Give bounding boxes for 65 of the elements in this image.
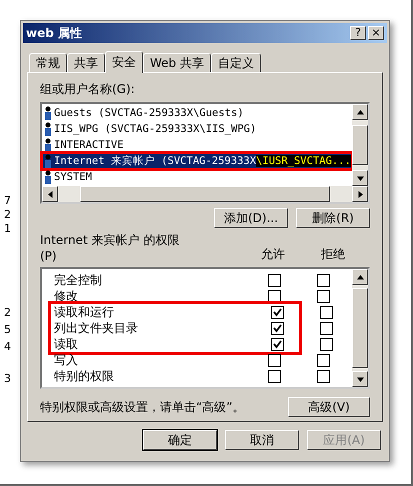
user-icon [44, 138, 52, 152]
horizontal-scrollbar[interactable] [42, 186, 368, 202]
down-arrow-icon [356, 176, 364, 180]
dialog-button[interactable]: 取消 [225, 430, 299, 450]
permission-name: 读取 [54, 336, 79, 352]
background-text: 7 [4, 194, 12, 208]
background-text: 2 [4, 306, 12, 320]
checkbox[interactable] [320, 338, 333, 350]
tab[interactable]: 安全 [105, 51, 143, 73]
checkbox[interactable] [271, 338, 284, 350]
user-icon [44, 106, 52, 120]
permission-name: 读取和运行 [54, 304, 115, 320]
up-arrow-icon [356, 110, 364, 114]
user-icon [44, 122, 52, 136]
dialog-button[interactable]: 确定 [143, 430, 217, 450]
user-list-item[interactable]: SYSTEM [42, 169, 352, 185]
advanced-hint: 特别权限或高级设置，请单击“高级”。 [40, 398, 244, 416]
user-list-item[interactable]: IIS_WPG (SVCTAG-259333X\IIS_WPG) [42, 121, 352, 137]
permission-name: 特别的权限 [54, 368, 115, 384]
close-button[interactable]: × [368, 26, 384, 40]
background-text: 2 [4, 208, 12, 222]
checkbox[interactable] [320, 306, 333, 318]
checkbox[interactable] [268, 290, 281, 302]
checkbox[interactable] [317, 370, 330, 382]
left-arrow-icon [48, 190, 52, 198]
permission-name: 完全控制 [54, 272, 103, 288]
checkbox[interactable] [317, 354, 330, 366]
checkbox[interactable] [320, 322, 333, 334]
column-header: 拒绝 [320, 246, 346, 263]
checkbox[interactable] [317, 290, 330, 302]
vertical-scrollbar[interactable] [352, 269, 368, 387]
checkbox[interactable] [268, 370, 281, 382]
tab[interactable]: 常规 [29, 53, 67, 72]
right-arrow-icon [358, 190, 362, 198]
list-action-button[interactable]: 添加(D)... [214, 208, 288, 228]
permissions-label: Internet 来宾帐户 的权限 (P) [40, 232, 180, 263]
advanced-button[interactable]: 高级(V) [288, 397, 370, 417]
background-text: 4 [4, 340, 12, 354]
checkbox[interactable] [268, 354, 281, 366]
user-icon [44, 154, 52, 168]
vertical-scrollbar[interactable] [352, 104, 368, 186]
checkbox[interactable] [268, 274, 281, 286]
up-arrow-icon [356, 274, 364, 280]
list-action-button[interactable]: 删除(R) [296, 208, 370, 228]
background-text: 5 [4, 323, 12, 337]
window-title: web 属性 [26, 24, 83, 42]
help-button[interactable]: ? [350, 26, 366, 40]
column-header: 允许 [260, 246, 286, 263]
user-list-item[interactable]: Guests (SVCTAG-259333X\Guests) [42, 105, 352, 121]
tab[interactable]: Web 共享 [143, 53, 211, 72]
tab[interactable]: 自定义 [210, 53, 261, 72]
user-list-item[interactable]: INTERACTIVE [42, 137, 352, 153]
permission-name: 列出文件夹目录 [54, 320, 139, 336]
user-icon [44, 170, 52, 184]
background-text: 3 [4, 372, 12, 386]
checkbox[interactable] [271, 322, 284, 334]
user-list-item[interactable]: Internet 来宾帐户 (SVCTAG-259333X\IUSR_SVCTAG... [42, 153, 352, 169]
permission-name: 写入 [54, 352, 79, 368]
down-arrow-icon [356, 376, 364, 382]
permission-name: 修改 [54, 288, 79, 304]
checkbox[interactable] [271, 306, 284, 318]
tab[interactable]: 共享 [67, 53, 105, 72]
groups-label: 组或用户名称(G): [40, 81, 136, 98]
checkbox[interactable] [317, 274, 330, 286]
background-text: 1 [4, 222, 12, 236]
